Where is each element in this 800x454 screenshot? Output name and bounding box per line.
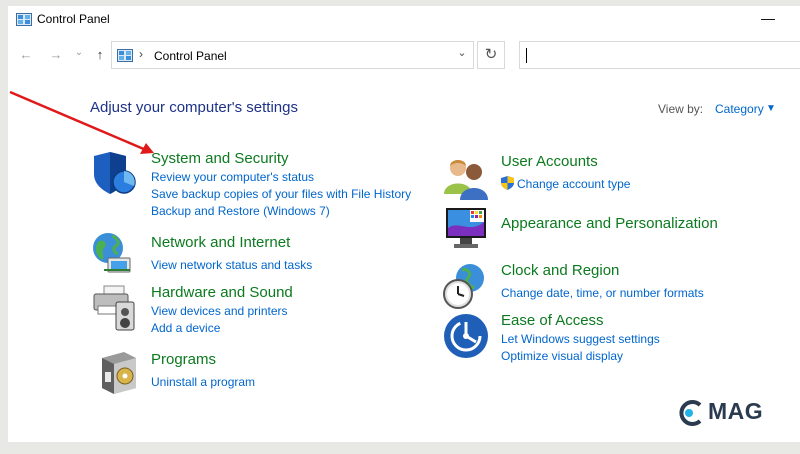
breadcrumb-separator: › bbox=[139, 47, 143, 61]
change-date-time-link[interactable]: Change date, time, or number formats bbox=[501, 286, 704, 300]
network-and-internet-link[interactable]: Network and Internet bbox=[151, 234, 290, 251]
address-bar[interactable]: › Control Panel ⌄ bbox=[111, 41, 474, 69]
appearance-personalization-link[interactable]: Appearance and Personalization bbox=[501, 215, 718, 232]
clock-and-region-link[interactable]: Clock and Region bbox=[501, 262, 619, 279]
watermark-logo-icon bbox=[679, 400, 702, 426]
control-panel-window: Control Panel — ← → ⌄ ↑ › Control Panel … bbox=[8, 6, 800, 442]
optimize-visual-display-link[interactable]: Optimize visual display bbox=[501, 349, 623, 363]
uac-shield-icon bbox=[501, 176, 514, 190]
programs-box-icon[interactable] bbox=[96, 348, 144, 396]
user-accounts-link[interactable]: User Accounts bbox=[501, 153, 598, 170]
search-input[interactable] bbox=[519, 41, 800, 69]
minimize-button[interactable]: — bbox=[748, 7, 788, 33]
ease-of-access-link[interactable]: Ease of Access bbox=[501, 312, 604, 329]
control-panel-icon bbox=[117, 49, 133, 62]
control-panel-icon bbox=[16, 13, 32, 26]
users-icon[interactable] bbox=[442, 154, 490, 202]
navigation-bar: ← → ⌄ ↑ › Control Panel ⌄ ↻ bbox=[8, 40, 800, 72]
view-by-dropdown[interactable]: Category bbox=[715, 102, 764, 116]
programs-link[interactable]: Programs bbox=[151, 351, 216, 368]
page-heading: Adjust your computer's settings bbox=[90, 99, 298, 116]
let-windows-suggest-link[interactable]: Let Windows suggest settings bbox=[501, 332, 660, 346]
text-cursor bbox=[526, 48, 527, 63]
file-history-link[interactable]: Save backup copies of your files with Fi… bbox=[151, 187, 411, 201]
printer-speaker-icon[interactable] bbox=[90, 284, 138, 332]
up-button[interactable]: ↑ bbox=[90, 45, 110, 65]
clock-globe-icon[interactable] bbox=[442, 262, 490, 310]
window-title: Control Panel bbox=[37, 12, 110, 26]
breadcrumb-control-panel[interactable]: Control Panel bbox=[154, 49, 227, 63]
hardware-and-sound-link[interactable]: Hardware and Sound bbox=[151, 284, 293, 301]
back-button[interactable]: ← bbox=[16, 45, 36, 65]
recent-locations-button[interactable]: ⌄ bbox=[72, 43, 86, 63]
chevron-down-icon[interactable]: ▼ bbox=[766, 103, 776, 114]
view-devices-printers-link[interactable]: View devices and printers bbox=[151, 304, 288, 318]
forward-button[interactable]: → bbox=[46, 45, 66, 65]
review-status-link[interactable]: Review your computer's status bbox=[151, 170, 314, 184]
backup-restore-link[interactable]: Backup and Restore (Windows 7) bbox=[151, 204, 330, 218]
view-network-status-link[interactable]: View network status and tasks bbox=[151, 258, 312, 272]
view-by-label: View by: bbox=[658, 102, 704, 116]
change-account-type-link[interactable]: Change account type bbox=[517, 177, 630, 191]
shield-icon[interactable] bbox=[90, 150, 138, 198]
watermark-text: MAG bbox=[708, 398, 764, 424]
monitor-palette-icon[interactable] bbox=[442, 204, 490, 252]
address-dropdown-button[interactable]: ⌄ bbox=[452, 46, 472, 64]
system-and-security-link[interactable]: System and Security bbox=[151, 150, 289, 167]
add-device-link[interactable]: Add a device bbox=[151, 321, 220, 335]
globe-network-icon[interactable] bbox=[90, 230, 138, 278]
uninstall-program-link[interactable]: Uninstall a program bbox=[151, 375, 255, 389]
refresh-button[interactable]: ↻ bbox=[477, 41, 505, 69]
ease-of-access-icon[interactable] bbox=[442, 312, 490, 360]
title-bar: Control Panel — bbox=[8, 6, 800, 36]
